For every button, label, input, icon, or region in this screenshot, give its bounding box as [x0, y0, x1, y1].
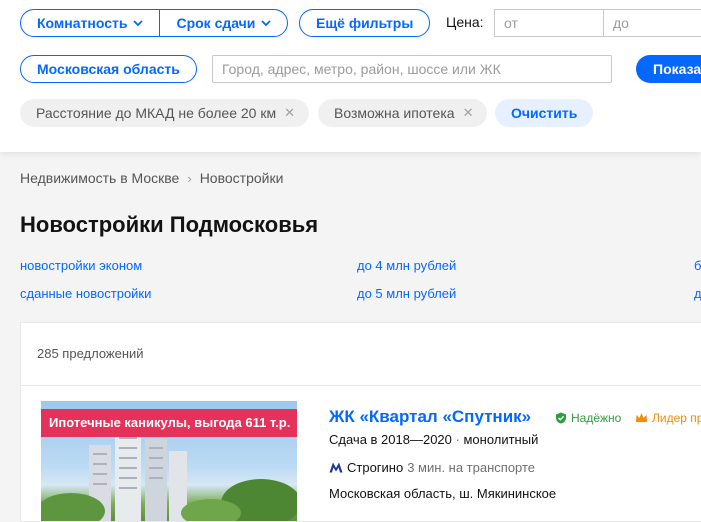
filter-tag-label: Расстояние до МКАД не более 20 км: [36, 105, 277, 121]
rooms-dropdown[interactable]: Комнатность: [21, 10, 159, 36]
more-filters-button[interactable]: Ещё фильтры: [299, 9, 431, 37]
quick-link[interactable]: сданные новостройки: [20, 286, 151, 301]
quick-link[interactable]: до 5 млн рублей: [357, 286, 456, 301]
crown-icon: [636, 413, 647, 422]
divider: [21, 385, 701, 386]
filter-tag-mkad: Расстояние до МКАД не более 20 км ✕: [20, 99, 309, 127]
filters-panel: Комнатность Срок сдачи Ещё фильтры Цена:…: [0, 0, 701, 152]
material-text: монолитный: [463, 432, 539, 447]
leader-label: Лидер пр: [652, 411, 701, 425]
price-to-input[interactable]: до: [603, 9, 701, 37]
results-panel: 285 предложений Ипотечные каникулы, выго…: [20, 322, 701, 522]
breadcrumb-item[interactable]: Недвижимость в Москве: [20, 170, 179, 186]
metro-station[interactable]: Строгино: [347, 460, 403, 475]
price-to-placeholder: до: [613, 15, 629, 31]
search-placeholder: Город, адрес, метро, район, шоссе или ЖК: [222, 61, 501, 77]
close-icon[interactable]: ✕: [463, 99, 474, 127]
metro-time: 3 мин. на транспорте: [407, 460, 536, 475]
page-title: Новостройки Подмосковья: [20, 212, 319, 237]
filter-segment-group: Комнатность Срок сдачи: [20, 9, 289, 37]
listing-address: Московская область, ш. Мякининское: [329, 486, 557, 501]
listing-title[interactable]: ЖК «Квартал «Спутник»: [329, 407, 531, 427]
region-button[interactable]: Московская область: [20, 55, 197, 83]
deadline-label: Срок сдачи: [176, 15, 256, 31]
chevron-down-icon: [261, 20, 272, 27]
breadcrumb: Недвижимость в Москве › Новостройки: [20, 170, 283, 186]
quick-link[interactable]: б: [694, 258, 701, 273]
listing-photo[interactable]: Ипотечные каникулы, выгода 611 т.р.: [41, 401, 297, 521]
reliable-badge: Надёжно: [555, 411, 621, 425]
results-count: 285 предложений: [37, 346, 144, 361]
quick-link[interactable]: до 4 млн рублей: [357, 258, 456, 273]
clear-filters-button[interactable]: Очистить: [495, 99, 594, 127]
listing-metro-line: Строгино 3 мин. на транспорте: [329, 460, 535, 475]
chevron-right-icon: ›: [187, 170, 192, 186]
chevron-down-icon: [133, 20, 144, 27]
quick-link[interactable]: д: [694, 286, 701, 301]
listing-deadline-line: Сдача в 2018—2020 · монолитный: [329, 432, 538, 447]
promo-badge: Ипотечные каникулы, выгода 611 т.р.: [41, 409, 297, 437]
price-from-input[interactable]: от: [494, 9, 604, 37]
leader-badge: Лидер пр: [635, 411, 701, 425]
filter-tag-label: Возможна ипотека: [334, 105, 455, 121]
price-from-placeholder: от: [504, 15, 518, 31]
breadcrumb-item[interactable]: Новостройки: [200, 170, 284, 186]
search-input[interactable]: Город, адрес, метро, район, шоссе или ЖК: [212, 55, 612, 83]
shield-check-icon: [556, 412, 566, 424]
quick-link[interactable]: новостройки эконом: [20, 258, 142, 273]
show-button[interactable]: Показать: [636, 55, 701, 83]
rooms-label: Комнатность: [37, 15, 128, 31]
price-label: Цена:: [446, 14, 484, 30]
close-icon[interactable]: ✕: [284, 99, 295, 127]
reliable-label: Надёжно: [571, 411, 622, 425]
deadline-dropdown[interactable]: Срок сдачи: [159, 10, 287, 36]
filter-tag-mortgage: Возможна ипотека ✕: [318, 99, 488, 127]
deadline-text: Сдача в 2018—2020: [329, 432, 452, 447]
metro-icon: [329, 462, 343, 473]
